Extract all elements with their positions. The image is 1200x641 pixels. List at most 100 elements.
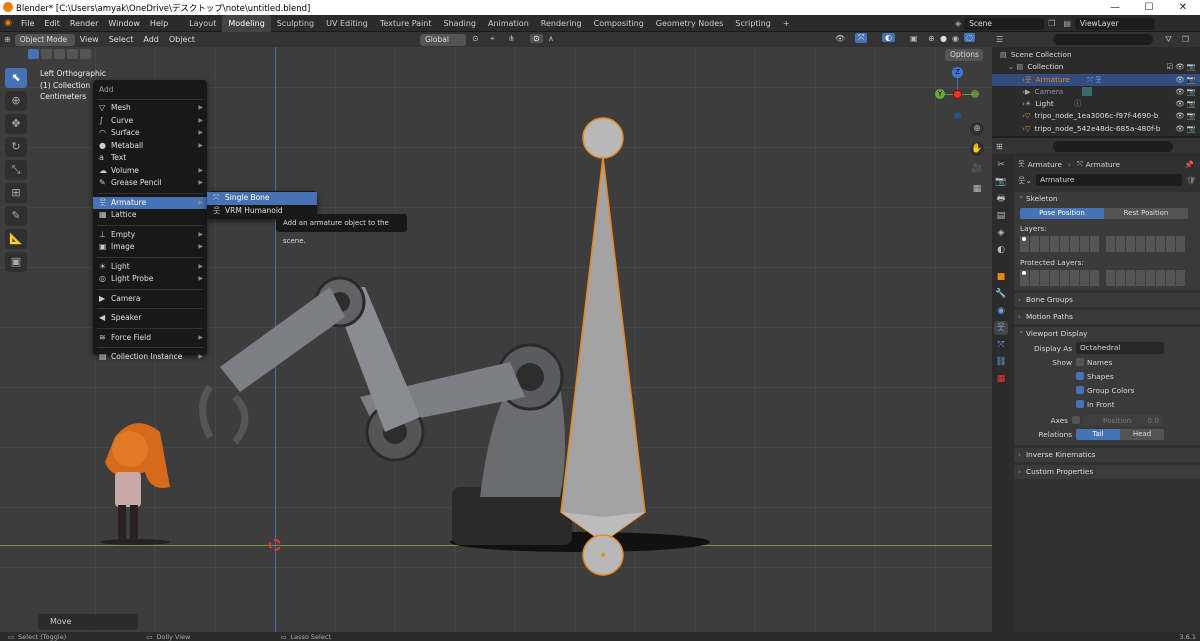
motion-paths-panel-header[interactable]: Motion Paths bbox=[1014, 310, 1200, 324]
custom-properties-panel-header[interactable]: Custom Properties bbox=[1014, 465, 1200, 479]
menu-window[interactable]: Window bbox=[103, 15, 145, 32]
menu-item-collection-instance[interactable]: ▤ Collection Instance ▶ bbox=[93, 351, 207, 364]
outliner-item-tripo-2[interactable]: ›▽ tripo_node_542e48dc-685a-480f-b 👁 📷 bbox=[992, 122, 1200, 136]
snap-icon[interactable]: ⌖ bbox=[490, 34, 495, 44]
world-tab-icon[interactable]: ◐ bbox=[994, 243, 1008, 257]
select-extend-icon[interactable] bbox=[41, 49, 52, 59]
menu-item-lattice[interactable]: ▦ Lattice bbox=[93, 209, 207, 222]
fake-user-icon[interactable]: 🛡 bbox=[1186, 176, 1196, 185]
menu-item-camera[interactable]: ▶ Camera bbox=[93, 293, 207, 306]
outliner-search-input[interactable] bbox=[1053, 34, 1154, 45]
layers-grid[interactable] bbox=[1014, 236, 1200, 252]
material-shading-icon[interactable]: ◉ bbox=[952, 34, 959, 43]
editor-type-icon[interactable]: ⊕ bbox=[4, 35, 11, 44]
pose-position-button[interactable]: Pose Position bbox=[1020, 208, 1104, 219]
menu-item-metaball[interactable]: ● Metaball ▶ bbox=[93, 140, 207, 153]
menu-item-single-bone[interactable]: ⤧ Single Bone bbox=[207, 192, 317, 205]
navigation-gizmo[interactable]: Z Y bbox=[935, 67, 985, 122]
transform-icon[interactable]: ⊞ bbox=[5, 183, 27, 203]
camera-view-icon[interactable]: 🎥 bbox=[970, 162, 984, 176]
tab-texture-paint[interactable]: Texture Paint bbox=[374, 15, 438, 32]
bone-tab-icon[interactable]: ⤧ bbox=[994, 338, 1008, 352]
menu-view[interactable]: View bbox=[75, 32, 104, 47]
outliner-item-armature[interactable]: ›웃 Armature ⤧ 웃 👁 📷 bbox=[992, 73, 1200, 86]
outliner-scene-collection[interactable]: ▤ Scene Collection bbox=[992, 49, 1200, 61]
armature-data-name-field[interactable]: Armature bbox=[1036, 174, 1183, 186]
properties-search-input[interactable] bbox=[1052, 140, 1173, 152]
menu-item-volume[interactable]: ☁ Volume ▶ bbox=[93, 165, 207, 178]
options-dropdown[interactable]: Options bbox=[945, 49, 983, 61]
select-new-icon[interactable] bbox=[28, 49, 39, 59]
proportional-edit-icon[interactable]: ⊙ bbox=[530, 34, 543, 43]
zoom-icon[interactable]: ⊕ bbox=[970, 122, 984, 136]
tab-compositing[interactable]: Compositing bbox=[588, 15, 650, 32]
visibility-icon[interactable]: 👁 bbox=[835, 34, 845, 43]
menu-file[interactable]: File bbox=[16, 15, 39, 32]
add-cube-icon[interactable]: ▣ bbox=[5, 252, 27, 272]
menu-item-grease-pencil[interactable]: ✎ Grease Pencil ▶ bbox=[93, 177, 207, 190]
protected-layers-grid[interactable] bbox=[1014, 270, 1200, 286]
gizmo-toggle-icon[interactable]: ⤧ bbox=[855, 33, 868, 43]
tail-button[interactable]: Tail bbox=[1076, 428, 1120, 440]
group-colors-checkbox[interactable] bbox=[1076, 386, 1084, 394]
menu-render[interactable]: Render bbox=[65, 15, 103, 32]
menu-item-force-field[interactable]: ≋ Force Field ▶ bbox=[93, 332, 207, 345]
rendered-shading-icon[interactable]: ◌ bbox=[964, 33, 975, 42]
menu-edit[interactable]: Edit bbox=[39, 15, 65, 32]
outliner-collection[interactable]: ⌄ ▤ Collection ☑ 👁 📷 bbox=[992, 61, 1200, 73]
select-invert-icon[interactable] bbox=[67, 49, 78, 59]
tab-uv-editing[interactable]: UV Editing bbox=[320, 15, 374, 32]
view-layer-selector[interactable]: ViewLayer bbox=[1074, 17, 1155, 30]
tab-sculpting[interactable]: Sculpting bbox=[271, 15, 320, 32]
in-front-checkbox[interactable] bbox=[1076, 400, 1084, 408]
tool-tab-icon[interactable]: ✂ bbox=[994, 158, 1008, 172]
wireframe-shading-icon[interactable]: ⊕ bbox=[928, 34, 935, 43]
pin-icon[interactable]: 📌 bbox=[1185, 160, 1194, 169]
new-scene-icon[interactable]: ❐ bbox=[1048, 19, 1055, 28]
constraint-tab-icon[interactable]: ⛓ bbox=[994, 355, 1008, 369]
mode-selector[interactable]: Object Mode bbox=[14, 33, 75, 46]
bone-groups-panel-header[interactable]: Bone Groups bbox=[1014, 293, 1200, 307]
inverse-kinematics-panel-header[interactable]: Inverse Kinematics bbox=[1014, 448, 1200, 462]
falloff-icon[interactable]: ∧ bbox=[548, 34, 554, 43]
tab-geometry-nodes[interactable]: Geometry Nodes bbox=[650, 15, 729, 32]
xray-icon[interactable]: ▣ bbox=[910, 34, 918, 43]
move-icon[interactable]: ✥ bbox=[5, 114, 27, 134]
properties-editor-icon[interactable]: ⊞ bbox=[996, 142, 1003, 151]
close-button[interactable]: ✕ bbox=[1166, 0, 1200, 15]
menu-item-light-probe[interactable]: ◎ Light Probe ▶ bbox=[93, 273, 207, 286]
filter-icon[interactable]: ⛛ bbox=[1165, 35, 1172, 45]
physics-tab-icon[interactable]: ◉ bbox=[994, 304, 1008, 318]
scale-icon[interactable]: ⤡ bbox=[5, 160, 27, 180]
last-operation-panel[interactable]: Move bbox=[38, 614, 138, 630]
outliner-item-light[interactable]: ›☀ Light ⓘ 👁 📷 bbox=[992, 98, 1200, 110]
menu-item-image[interactable]: ▣ Image ▶ bbox=[93, 241, 207, 254]
menu-item-empty[interactable]: ⊥ Empty ▶ bbox=[93, 229, 207, 242]
tab-layout[interactable]: Layout bbox=[183, 15, 222, 32]
armature-bone[interactable] bbox=[555, 112, 655, 582]
menu-select[interactable]: Select bbox=[104, 32, 139, 47]
annotate-icon[interactable]: ✎ bbox=[5, 206, 27, 226]
menu-item-text[interactable]: a Text bbox=[93, 152, 207, 165]
modifier-tab-icon[interactable]: 🔧 bbox=[994, 287, 1008, 301]
rest-position-button[interactable]: Rest Position bbox=[1104, 208, 1188, 219]
pan-icon[interactable]: ✋ bbox=[970, 142, 984, 156]
magnet-icon[interactable]: ⋔ bbox=[508, 34, 515, 43]
outliner-editor-icon[interactable]: ☰ bbox=[996, 35, 1003, 44]
menu-item-light[interactable]: ☀ Light ▶ bbox=[93, 261, 207, 274]
outliner-item-tripo-1[interactable]: ›▽ tripo_node_1ea3006c-f97f-4690-b 👁 📷 bbox=[992, 110, 1200, 123]
measure-icon[interactable]: 📐 bbox=[5, 229, 27, 249]
scene-tab-icon[interactable]: ◈ bbox=[994, 226, 1008, 240]
shapes-checkbox[interactable] bbox=[1076, 372, 1084, 380]
axes-checkbox[interactable] bbox=[1072, 416, 1080, 424]
transform-orientation[interactable]: Global bbox=[420, 34, 466, 46]
select-subtract-icon[interactable] bbox=[54, 49, 65, 59]
menu-item-speaker[interactable]: ◀ Speaker bbox=[93, 312, 207, 325]
menu-item-surface[interactable]: ◠ Surface ▶ bbox=[93, 127, 207, 140]
blender-menu-icon[interactable]: ◉ bbox=[0, 18, 16, 28]
tab-scripting[interactable]: Scripting bbox=[729, 15, 777, 32]
gizmo-x-axis[interactable] bbox=[953, 90, 962, 99]
tab-modeling[interactable]: Modeling bbox=[222, 14, 271, 32]
axes-position-field[interactable]: Position 0.0 bbox=[1083, 414, 1163, 426]
texture-tab-icon[interactable]: ▦ bbox=[994, 372, 1008, 386]
